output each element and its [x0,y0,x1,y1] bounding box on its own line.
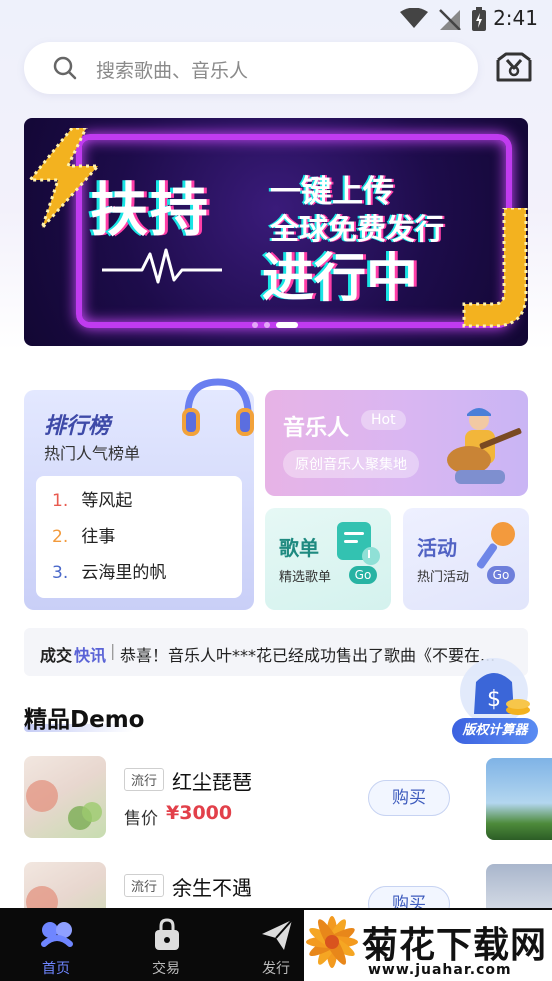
ranking-number: 1. [52,491,69,511]
playlist-card[interactable]: 歌单 精选歌单 Go [265,508,391,610]
ticker-text: 恭喜！音乐人叶***花已经成功售出了歌曲《不要在... [120,646,496,665]
musician-card[interactable]: 音乐人 Hot 原创音乐人聚集地 [265,390,528,496]
carousel-indicator [252,322,298,328]
ticker-label-news: 快讯 [74,646,107,665]
search-icon [53,56,77,80]
status-time: 2:41 [493,6,538,30]
ticker-label-deal: 成交 [40,646,73,665]
demo-list-item[interactable]: 流行 红尘琵琶 售价 ¥3000 购买 [24,756,552,848]
nav-label: 交易 [152,961,180,977]
musician-title: 音乐人 [283,416,350,441]
lock-bag-icon [155,918,179,950]
no-signal-icon [439,9,461,30]
battery-charging-icon [472,7,486,31]
carousel-dot[interactable] [252,322,258,328]
banner-big-text: 进行中 [262,249,419,309]
playlist-icon [337,522,380,565]
copyright-calculator-icon[interactable]: $ [448,652,540,726]
status-bar: 2:41 [0,0,552,36]
price-value: ¥3000 [166,802,233,824]
paper-plane-icon [262,919,293,950]
demo-song-name: 红尘琵琶 [172,770,252,794]
headphones-icon [182,378,254,436]
ranking-number: 3. [52,563,69,583]
playlist-subtitle: 精选歌单 [279,570,332,585]
ranking-list: 1. 等风起 2. 往事 3. 云海里的帆 [36,476,242,598]
price-label: 售价 [124,809,158,829]
neon-j-icon [462,208,528,328]
scan-icon [496,52,532,82]
genre-tag: 流行 [124,874,165,897]
ranking-number: 2. [52,527,69,547]
promo-banner[interactable]: 扶持 一键上传 全球免费发行 进行中 [24,118,528,346]
home-icon [41,922,73,947]
ranking-item[interactable]: 2. 往事 [52,524,226,560]
watermark-url: www.juahar.com [368,962,512,978]
ranking-song-name: 云海里的帆 [81,563,167,583]
banner-main-text: 扶持 [90,176,211,244]
hot-badge: Hot [361,410,406,430]
search-placeholder: 搜索歌曲、音乐人 [96,60,249,82]
wifi-icon [400,8,428,28]
scan-button[interactable] [494,48,534,88]
ranking-song-name: 往事 [81,527,116,547]
ranking-card[interactable]: 排行榜 热门人气榜单 1. 等风起 2. 往事 3. 云海里的帆 [24,378,254,610]
copyright-calculator-button[interactable]: 版权计算器 [452,718,538,744]
ranking-subtitle: 热门人气榜单 [44,444,141,463]
nav-item-trade[interactable]: 交易 [126,908,206,981]
activity-title: 活动 [417,536,457,560]
activity-card[interactable]: 活动 热门活动 Go [403,508,529,610]
playlist-go-button[interactable]: Go [349,566,377,584]
ticker-separator: | [110,641,116,660]
ranking-song-name: 等风起 [81,491,133,511]
cover-art-icon [26,780,102,830]
ranking-item[interactable]: 3. 云海里的帆 [52,560,226,596]
watermark-title: 菊花下载网 [362,925,548,966]
demo-song-name: 余生不遇 [172,876,252,900]
nav-label: 首页 [42,961,70,977]
svg-text:$: $ [487,687,501,712]
carousel-dot-active[interactable] [276,322,298,328]
sound-wave-icon [102,248,222,284]
musician-subtitle: 原创音乐人聚集地 [283,450,419,478]
ranking-title: 排行榜 [44,414,111,439]
ranking-item[interactable]: 1. 等风起 [52,488,226,524]
chrysanthemum-logo [306,916,358,968]
microphone-icon [476,522,515,569]
section-title-demo: 精品Demo [24,707,145,733]
search-input[interactable]: 搜索歌曲、音乐人 [24,42,478,94]
genre-tag: 流行 [124,768,165,791]
demo-cover-image [24,756,106,838]
next-item-preview[interactable] [486,758,552,840]
guitarist-illustration-icon [447,408,522,484]
carousel-dot[interactable] [264,322,270,328]
activity-subtitle: 热门活动 [417,570,470,585]
banner-line1: 一键上传 [270,174,394,210]
nav-item-home[interactable]: 首页 [16,908,96,981]
buy-button[interactable]: 购买 [368,780,450,816]
playlist-title: 歌单 [279,536,319,560]
site-watermark: 菊花下载网 www.juahar.com [304,910,552,981]
